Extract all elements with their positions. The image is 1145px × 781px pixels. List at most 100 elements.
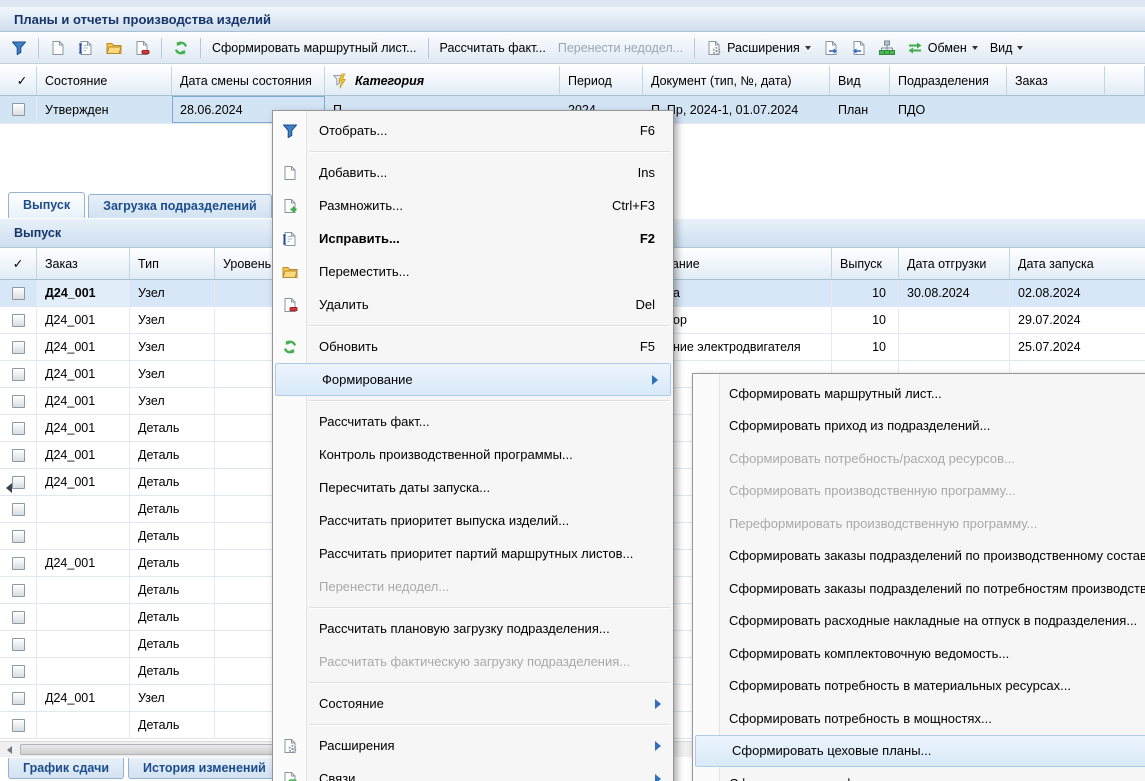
context-menu-item[interactable]: Контроль производственной программы...	[273, 438, 673, 471]
context-menu-item[interactable]: Рассчитать факт...	[273, 405, 673, 438]
row-checkbox-cell[interactable]	[0, 334, 37, 361]
checkbox[interactable]	[12, 103, 25, 116]
submenu-item[interactable]: Сформировать цеховые планы...	[695, 735, 1145, 768]
checkbox[interactable]	[12, 665, 25, 678]
row-checkbox-cell[interactable]	[0, 496, 37, 523]
format-route-sheet-button[interactable]: Сформировать маршрутный лист...	[207, 38, 422, 58]
col-header-ship-date[interactable]: Дата отгрузки	[899, 248, 1010, 280]
export-button[interactable]	[818, 37, 844, 59]
context-menu-item[interactable]: Пересчитать даты запуска...	[273, 471, 673, 504]
col-header-order[interactable]: Заказ	[1007, 66, 1105, 96]
col-header-period[interactable]: Период	[560, 66, 643, 96]
checkbox[interactable]	[12, 530, 25, 543]
move-button[interactable]	[101, 37, 127, 59]
row-checkbox-cell[interactable]	[0, 388, 37, 415]
context-menu-item[interactable]: Размножить...Ctrl+F3	[273, 189, 673, 222]
org-structure-button[interactable]	[874, 37, 900, 59]
col-header-document[interactable]: Документ (тип, №, дата)	[643, 66, 830, 96]
cell-order: Д24_001	[37, 361, 130, 388]
context-menu-item[interactable]: Состояние	[273, 687, 673, 720]
checkbox[interactable]	[12, 611, 25, 624]
col-header-output[interactable]: Выпуск	[832, 248, 899, 280]
checkbox[interactable]	[12, 368, 25, 381]
submenu-item[interactable]: Сформировать график сдачи...	[693, 767, 1145, 781]
submenu-item[interactable]: Сформировать расходные накладные на отпу…	[693, 605, 1145, 638]
context-menu-item[interactable]: УдалитьDel	[273, 288, 673, 321]
checkbox[interactable]	[12, 503, 25, 516]
submenu-item[interactable]: Сформировать приход из подразделений...	[693, 410, 1145, 443]
submenu-arrow-icon	[655, 774, 666, 781]
col-header-state-date[interactable]: Дата смены состояния	[172, 66, 325, 96]
select-all-header[interactable]: ✓	[0, 248, 37, 280]
row-checkbox-cell[interactable]	[0, 550, 37, 577]
filter-button[interactable]	[6, 37, 32, 59]
submenu-item[interactable]: Сформировать маршрутный лист...	[693, 377, 1145, 410]
context-menu-item[interactable]: Добавить...Ins	[273, 156, 673, 189]
select-all-header[interactable]: ✓	[0, 66, 37, 96]
col-header-category[interactable]: Категория	[325, 66, 560, 96]
checkbox[interactable]	[12, 638, 25, 651]
tab-history[interactable]: История изменений	[128, 758, 281, 779]
context-menu-item[interactable]: Рассчитать приоритет партий маршрутных л…	[273, 537, 673, 570]
submenu-item[interactable]: Сформировать заказы подразделений по пот…	[693, 572, 1145, 605]
context-menu-item[interactable]: Отобрать...F6	[273, 114, 673, 147]
row-checkbox-cell[interactable]	[0, 577, 37, 604]
context-menu-item[interactable]: Переместить...	[273, 255, 673, 288]
checkbox[interactable]	[12, 476, 25, 489]
submenu-item[interactable]: Сформировать потребность в мощностях...	[693, 702, 1145, 735]
edit-button[interactable]	[73, 37, 99, 59]
context-menu-item[interactable]: Формирование	[275, 363, 671, 396]
scroll-left-arrow-icon[interactable]	[3, 746, 12, 754]
context-menu-item[interactable]: Исправить...F2	[273, 222, 673, 255]
menu-shortcut: Ctrl+F3	[612, 198, 663, 213]
col-header-kind[interactable]: Вид	[830, 66, 890, 96]
checkbox[interactable]	[12, 584, 25, 597]
col-header-departments[interactable]: Подразделения	[890, 66, 1007, 96]
col-header-launch-date[interactable]: Дата запуска	[1010, 248, 1145, 280]
checkbox[interactable]	[12, 422, 25, 435]
checkbox[interactable]	[12, 287, 25, 300]
row-checkbox-cell[interactable]	[0, 361, 37, 388]
submenu-item[interactable]: Сформировать заказы подразделений по про…	[693, 540, 1145, 573]
context-menu-item[interactable]: Рассчитать плановую загрузку подразделен…	[273, 612, 673, 645]
extensions-button[interactable]: Расширения	[701, 37, 816, 59]
row-checkbox-cell[interactable]	[0, 523, 37, 550]
checkbox[interactable]	[12, 449, 25, 462]
context-menu-item[interactable]: Связи	[273, 762, 673, 781]
submenu-item[interactable]: Сформировать потребность в материальных …	[693, 670, 1145, 703]
row-checkbox-cell[interactable]	[0, 96, 37, 124]
checkbox[interactable]	[12, 692, 25, 705]
exchange-button[interactable]: Обмен	[902, 37, 983, 59]
context-menu-item[interactable]: Рассчитать приоритет выпуска изделий...	[273, 504, 673, 537]
row-checkbox-cell[interactable]	[0, 415, 37, 442]
row-checkbox-cell[interactable]	[0, 307, 37, 334]
tab-schedule[interactable]: График сдачи	[8, 758, 124, 779]
tab-load-departments[interactable]: Загрузка подразделений	[88, 194, 272, 218]
calc-fact-button[interactable]: Рассчитать факт...	[435, 38, 551, 58]
row-checkbox-cell[interactable]	[0, 442, 37, 469]
row-checkbox-cell[interactable]	[0, 712, 37, 739]
context-menu-item[interactable]: Расширения	[273, 729, 673, 762]
submenu-item[interactable]: Сформировать комплектовочную ведомость..…	[693, 637, 1145, 670]
tab-output[interactable]: Выпуск	[8, 192, 85, 218]
delete-button[interactable]	[129, 37, 155, 59]
row-checkbox-cell[interactable]	[0, 280, 37, 307]
row-checkbox-cell[interactable]	[0, 658, 37, 685]
splitter-collapse-icon[interactable]	[1, 483, 12, 493]
checkbox[interactable]	[12, 557, 25, 570]
row-checkbox-cell[interactable]	[0, 631, 37, 658]
col-header-order[interactable]: Заказ	[37, 248, 130, 280]
view-button[interactable]: Вид	[985, 38, 1029, 58]
checkbox[interactable]	[12, 395, 25, 408]
row-checkbox-cell[interactable]	[0, 604, 37, 631]
add-button[interactable]	[45, 37, 71, 59]
col-header-type[interactable]: Тип	[130, 248, 215, 280]
checkbox[interactable]	[12, 341, 25, 354]
col-header-state[interactable]: Состояние	[37, 66, 172, 96]
refresh-button[interactable]	[168, 37, 194, 59]
context-menu-item[interactable]: ОбновитьF5	[273, 330, 673, 363]
row-checkbox-cell[interactable]	[0, 685, 37, 712]
checkbox[interactable]	[12, 719, 25, 732]
import-button[interactable]	[846, 37, 872, 59]
checkbox[interactable]	[12, 314, 25, 327]
